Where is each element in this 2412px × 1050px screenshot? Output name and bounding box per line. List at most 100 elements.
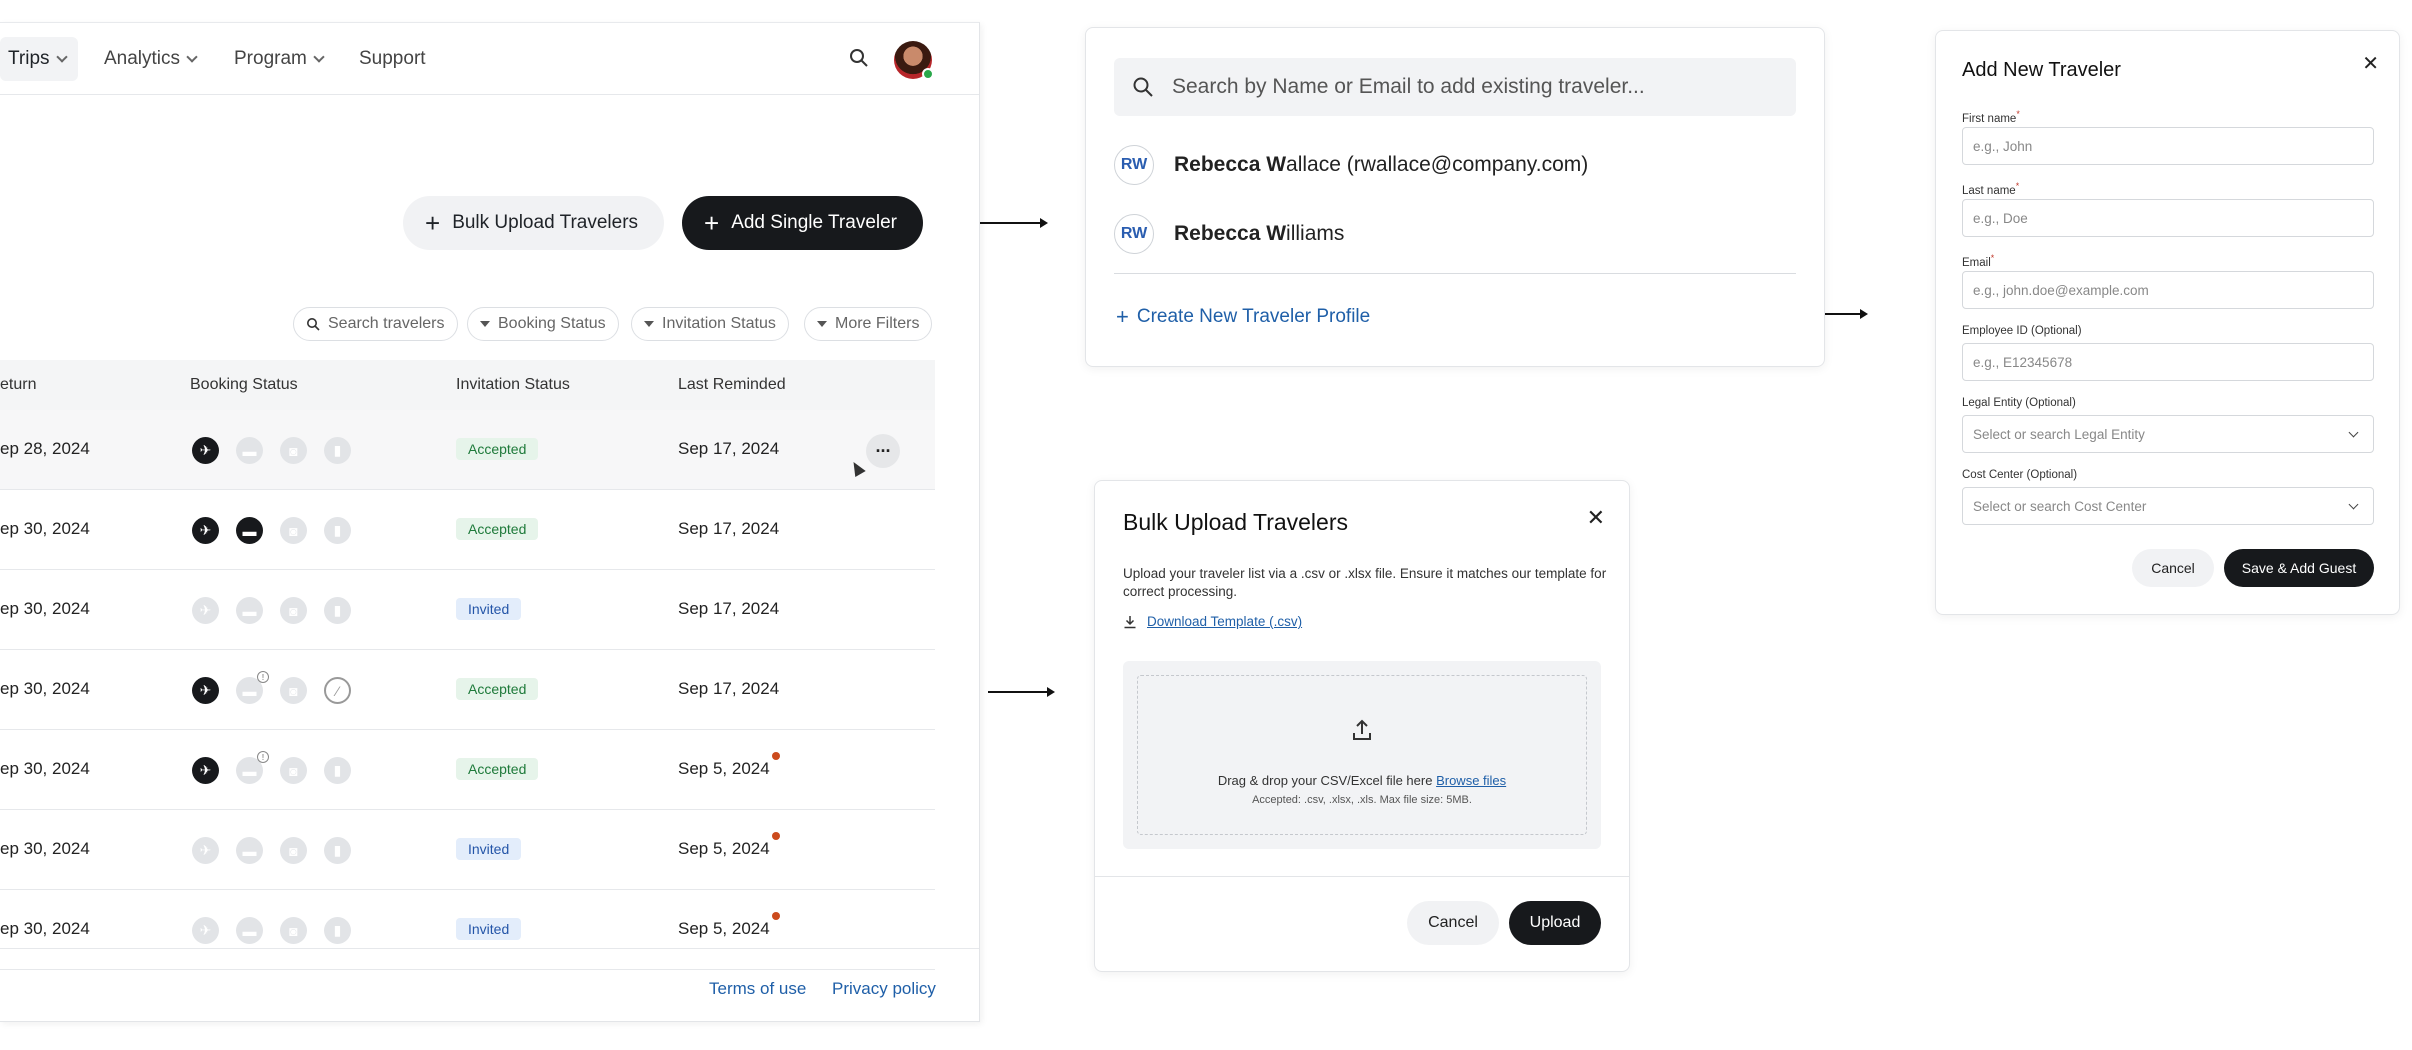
search-result-match: Rebecca W	[1174, 153, 1287, 176]
field-label: First name*	[1962, 109, 2020, 125]
modal-description: Upload your traveler list via a .csv or …	[1123, 566, 1607, 599]
last-name-input[interactable]: e.g., Doe	[1962, 199, 2374, 237]
add-single-traveler-button[interactable]: + Add Single Traveler	[682, 196, 924, 250]
required-marker: *	[2015, 181, 2020, 191]
initials-avatar: RW	[1114, 145, 1154, 185]
avatar[interactable]	[894, 41, 934, 80]
rail-status-icon: ▮	[324, 437, 351, 464]
table-row[interactable]: ep 30, 2024 ✈ ▬! ◙ ▮ Accepted Sep 5, 2024	[0, 730, 935, 810]
field-placeholder: Select or search Legal Entity	[1973, 426, 2145, 442]
field-label: Email*	[1962, 253, 1994, 269]
more-filters-button[interactable]: More Filters	[804, 307, 933, 341]
chevron-down-icon	[186, 51, 198, 63]
plane-status-icon: ✈	[192, 597, 219, 624]
download-template-link[interactable]: Download Template (.csv)	[1123, 614, 1302, 629]
save-and-add-guest-button[interactable]: Save & Add Guest	[2224, 549, 2374, 587]
car-status-icon: ◙	[280, 757, 307, 784]
cost-center-select[interactable]: Select or search Cost Center	[1962, 487, 2374, 525]
caret-down-icon	[644, 321, 654, 327]
top-nav: Trips Analytics Program Support	[0, 23, 979, 95]
nav-trips-label: Trips	[8, 48, 50, 69]
plus-icon: +	[704, 208, 720, 238]
nav-support[interactable]: Support	[359, 37, 426, 81]
column-header-booking-status[interactable]: Booking Status	[190, 376, 298, 394]
invitation-status-badge: Accepted	[456, 518, 539, 540]
last-reminded-date: Sep 17, 2024	[678, 679, 780, 698]
invitation-status-badge: Accepted	[456, 758, 539, 780]
field-placeholder: e.g., john.doe@example.com	[1973, 282, 2149, 298]
column-header-return[interactable]: eturn	[0, 376, 36, 394]
plus-icon: +	[425, 208, 441, 238]
divider	[1095, 876, 1629, 877]
close-icon[interactable]: ✕	[1587, 505, 1605, 531]
create-new-traveler-profile-link[interactable]: + Create New Traveler Profile	[1116, 304, 1370, 330]
accepted-file-types: Accepted: .csv, .xlsx, .xls. Max file si…	[1252, 794, 1472, 806]
terms-of-use-link[interactable]: Terms of use	[709, 979, 806, 999]
column-header-last-reminded[interactable]: Last Reminded	[678, 376, 786, 394]
invitation-status-badge: Invited	[456, 838, 522, 860]
hotel-status-icon: ▬	[236, 597, 263, 624]
field-label: Last name*	[1962, 181, 2019, 197]
employee-id-input[interactable]: e.g., E12345678	[1962, 343, 2374, 381]
table-row[interactable]: ep 28, 2024 ✈ ▬ ◙ ▮ Accepted Sep 17, 2024 ···	[0, 410, 935, 490]
search-result-text: Rebecca Williams	[1174, 222, 1344, 246]
cancel-button[interactable]: Cancel	[1407, 901, 1499, 945]
chevron-down-icon	[313, 51, 325, 63]
field-label-text: Email	[1962, 256, 1991, 269]
search-travelers-input[interactable]: Search travelers	[293, 307, 458, 341]
first-name-input[interactable]: e.g., John	[1962, 127, 2374, 165]
download-icon	[1124, 615, 1136, 628]
last-reminded-date: Sep 17, 2024	[678, 519, 780, 538]
upload-button[interactable]: Upload	[1509, 901, 1601, 945]
invitation-status-filter[interactable]: Invitation Status	[631, 307, 789, 341]
traveler-search-input[interactable]: Search by Name or Email to add existing …	[1114, 58, 1796, 116]
email-input[interactable]: e.g., john.doe@example.com	[1962, 271, 2374, 309]
table-row[interactable]: ep 30, 2024 ✈ ▬ ◙ ▮ Invited Sep 5, 2024	[0, 810, 935, 890]
last-reminded-date: Sep 5, 2024	[678, 919, 770, 938]
create-new-traveler-label: Create New Traveler Profile	[1136, 306, 1371, 327]
search-result-item[interactable]: RW Rebecca Wallace (rwallace@company.com…	[1114, 145, 1588, 185]
browse-files-link[interactable]: Browse files	[1436, 773, 1506, 788]
hotel-status-icon: ▬!	[236, 751, 269, 784]
legal-entity-select[interactable]: Select or search Legal Entity	[1962, 415, 2374, 453]
divider	[1114, 273, 1796, 274]
column-header-invitation-status[interactable]: Invitation Status	[456, 376, 570, 394]
field-label: Legal Entity (Optional)	[1962, 397, 2076, 409]
last-reminded-date: Sep 17, 2024	[678, 599, 780, 618]
return-date: ep 30, 2024	[0, 599, 90, 618]
required-marker: *	[1990, 253, 1995, 263]
add-single-label: Add Single Traveler	[731, 212, 898, 233]
field-label-text: Last name	[1962, 184, 2016, 197]
close-icon[interactable]: ✕	[2362, 51, 2379, 76]
field-placeholder: e.g., John	[1973, 138, 2033, 154]
return-date: ep 30, 2024	[0, 679, 90, 698]
nav-analytics[interactable]: Analytics	[104, 37, 198, 81]
cancel-button[interactable]: Cancel	[2132, 549, 2214, 587]
chevron-down-icon	[55, 51, 68, 63]
search-result-item[interactable]: RW Rebecca Williams	[1114, 214, 1344, 254]
bulk-upload-travelers-button[interactable]: + Bulk Upload Travelers	[403, 196, 665, 250]
table-row[interactable]: ep 30, 2024 ✈ ▬ ◙ ▮ Invited Sep 17, 2024	[0, 570, 935, 650]
rail-status-icon: ▮	[324, 757, 351, 784]
search-travelers-placeholder: Search travelers	[328, 315, 445, 332]
field-label-text: First name	[1962, 112, 2017, 125]
return-date: ep 30, 2024	[0, 919, 90, 938]
rail-status-icon: ▮	[324, 837, 351, 864]
caret-down-icon	[480, 321, 490, 327]
privacy-policy-link[interactable]: Privacy policy	[832, 979, 936, 999]
table-row[interactable]: ep 30, 2024 ✈ ▬ ◙ ▮ Accepted Sep 17, 2024	[0, 490, 935, 570]
file-dropzone[interactable]: Drag & drop your CSV/Excel file here Bro…	[1123, 661, 1601, 849]
nav-program-label: Program	[234, 48, 307, 69]
booking-status-filter[interactable]: Booking Status	[467, 307, 619, 341]
nav-program[interactable]: Program	[234, 37, 325, 81]
search-icon[interactable]	[848, 47, 870, 69]
last-reminded-date: Sep 5, 2024	[678, 839, 770, 858]
nav-trips[interactable]: Trips	[0, 37, 78, 81]
chevron-down-icon	[2348, 427, 2359, 438]
rail-status-icon: ▮	[324, 517, 351, 544]
more-actions-button[interactable]: ···	[866, 434, 900, 468]
search-icon	[1133, 77, 1153, 97]
table-row[interactable]: ep 30, 2024 ✈ ▬! ◙ ⁄ Accepted Sep 17, 2024	[0, 650, 935, 730]
car-status-icon: ◙	[280, 837, 307, 864]
field-label-text: Legal Entity (Optional)	[1962, 397, 2076, 409]
